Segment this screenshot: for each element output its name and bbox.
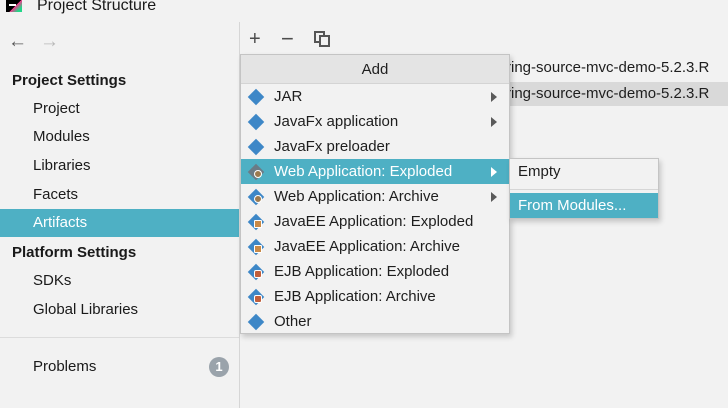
add-menu-header: Add <box>241 55 509 84</box>
nav-arrows: ← → <box>0 28 240 56</box>
submenu-item-empty[interactable]: Empty <box>510 159 658 184</box>
menu-item-javaee-application-exploded[interactable]: JavaEE Application: Exploded <box>241 209 509 234</box>
intellij-app-icon <box>6 0 22 12</box>
sidebar-item-project[interactable]: Project <box>0 95 239 123</box>
artifact-icon <box>247 313 265 331</box>
submenu-arrow-icon <box>491 167 497 177</box>
back-arrow-icon[interactable]: ← <box>8 28 27 56</box>
web-artifact-icon <box>247 163 265 181</box>
project-settings-header: Project Settings <box>12 72 127 89</box>
menu-item-web-application-archive[interactable]: Web Application: Archive <box>241 184 509 209</box>
web-exploded-submenu: Empty From Modules... <box>509 158 659 219</box>
javaee-artifact-icon <box>247 238 265 256</box>
add-icon[interactable]: + <box>249 28 261 50</box>
remove-icon[interactable]: − <box>281 28 294 50</box>
submenu-separator <box>510 189 658 190</box>
sidebar-item-facets[interactable]: Facets <box>0 181 239 209</box>
sidebar-separator <box>0 337 239 338</box>
artifact-icon <box>247 88 265 106</box>
sidebar-item-problems[interactable]: Problems <box>0 353 239 381</box>
sidebar-item-libraries[interactable]: Libraries <box>0 152 239 180</box>
javaee-artifact-icon <box>247 213 265 231</box>
web-artifact-icon <box>247 188 265 206</box>
sidebar-item-global-libraries[interactable]: Global Libraries <box>0 296 239 324</box>
title-bar: Project Structure <box>0 0 728 22</box>
submenu-arrow-icon <box>491 192 497 202</box>
submenu-arrow-icon <box>491 92 497 102</box>
menu-item-javaee-application-archive[interactable]: JavaEE Application: Archive <box>241 234 509 259</box>
menu-item-javafx-preloader[interactable]: JavaFx preloader <box>241 134 509 159</box>
window-title: Project Structure <box>37 0 157 14</box>
problems-count-badge: 1 <box>209 357 229 377</box>
sidebar-item-modules[interactable]: Modules <box>0 123 239 151</box>
platform-settings-header: Platform Settings <box>12 244 137 261</box>
forward-arrow-icon[interactable]: → <box>40 28 59 56</box>
copy-icon[interactable] <box>314 31 330 47</box>
artifact-icon <box>247 113 265 131</box>
menu-item-ejb-application-exploded[interactable]: EJB Application: Exploded <box>241 259 509 284</box>
menu-item-other[interactable]: Other <box>241 309 509 334</box>
ejb-artifact-icon <box>247 263 265 281</box>
menu-item-javafx-application[interactable]: JavaFx application <box>241 109 509 134</box>
menu-item-jar[interactable]: JAR <box>241 84 509 109</box>
sidebar-item-artifacts[interactable]: Artifacts <box>0 209 239 237</box>
submenu-arrow-icon <box>491 117 497 127</box>
sidebar-item-sdks[interactable]: SDKs <box>0 267 239 295</box>
artifact-list-item[interactable]: ring-source-mvc-demo-5.2.3.R <box>506 56 728 80</box>
menu-item-web-application-exploded[interactable]: Web Application: Exploded <box>241 159 509 184</box>
submenu-item-from-modules[interactable]: From Modules... <box>510 193 658 218</box>
add-popup-menu: Add JAR JavaFx application JavaFx preloa… <box>240 54 510 334</box>
artifact-icon <box>247 138 265 156</box>
artifact-list-item[interactable]: ring-source-mvc-demo-5.2.3.R <box>506 82 728 106</box>
menu-item-ejb-application-archive[interactable]: EJB Application: Archive <box>241 284 509 309</box>
ejb-artifact-icon <box>247 288 265 306</box>
